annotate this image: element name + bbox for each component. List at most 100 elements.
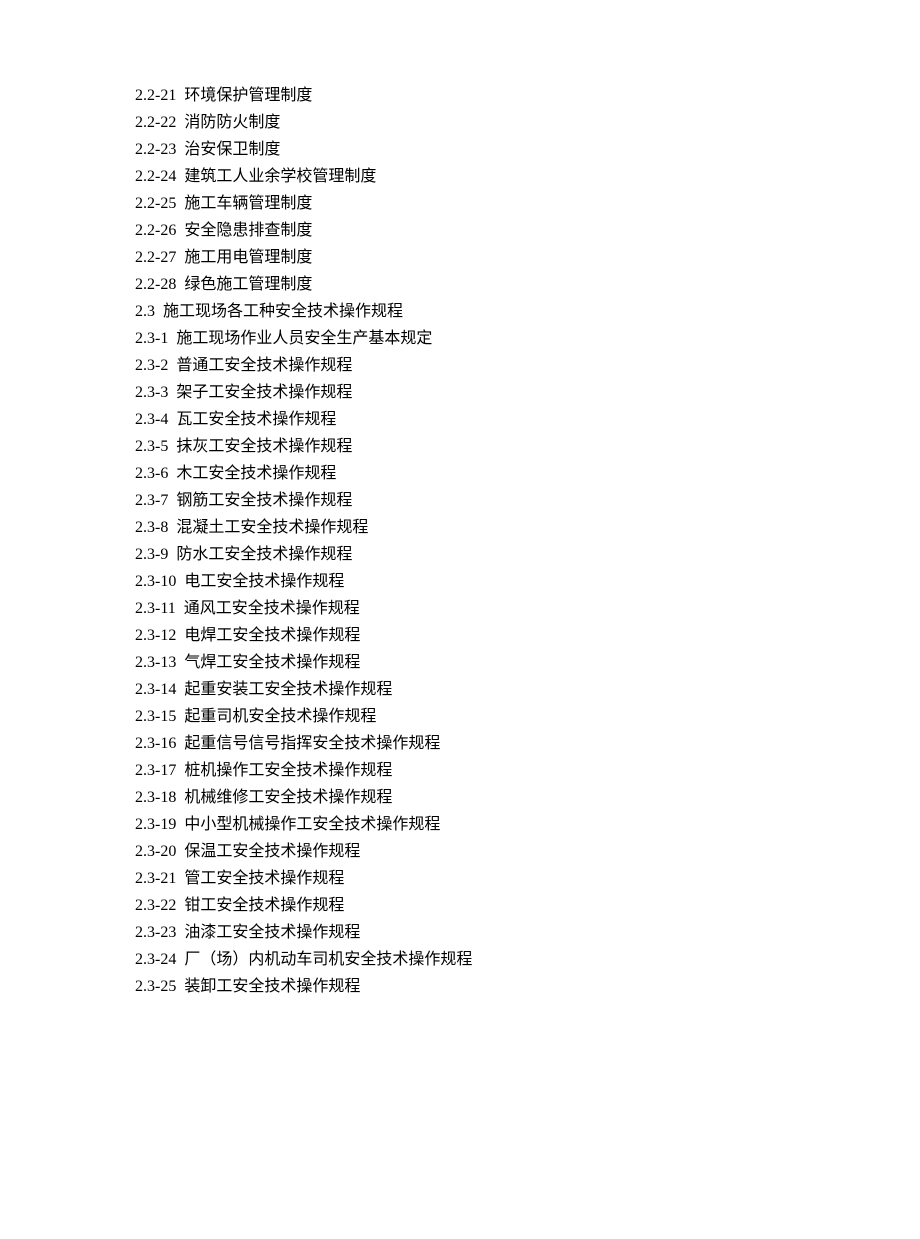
toc-entry-number: 2.3-1 (135, 330, 168, 347)
toc-entry: 2.3-10 电工安全技术操作规程 (135, 568, 785, 595)
toc-entry-number: 2.2-22 (135, 114, 176, 131)
toc-entry-number: 2.3-11 (135, 600, 176, 617)
toc-entry-number: 2.3-18 (135, 789, 176, 806)
toc-entry-number: 2.3-13 (135, 654, 176, 671)
toc-entry-number: 2.3-21 (135, 870, 176, 887)
toc-entry-number: 2.3-20 (135, 843, 176, 860)
toc-entry: 2.2-27 施工用电管理制度 (135, 244, 785, 271)
toc-entry: 2.3-16 起重信号信号指挥安全技术操作规程 (135, 730, 785, 757)
toc-entry-number: 2.2-28 (135, 276, 176, 293)
toc-entry-number: 2.3-14 (135, 681, 176, 698)
toc-entry-number: 2.3-5 (135, 438, 168, 455)
toc-entry-title: 电工安全技术操作规程 (184, 573, 344, 590)
toc-entry-title: 环境保护管理制度 (184, 87, 312, 104)
toc-entry-title: 保温工安全技术操作规程 (184, 843, 360, 860)
toc-entry-number: 2.3-7 (135, 492, 168, 509)
toc-entry-number: 2.2-25 (135, 195, 176, 212)
toc-entry: 2.2-21 环境保护管理制度 (135, 82, 785, 109)
toc-entry-number: 2.3-10 (135, 573, 176, 590)
toc-entry-title: 混凝土工安全技术操作规程 (176, 519, 368, 536)
toc-entry-number: 2.3-16 (135, 735, 176, 752)
toc-entry-number: 2.2-23 (135, 141, 176, 158)
toc-entry-number: 2.3-25 (135, 978, 176, 995)
toc-entry: 2.2-28 绿色施工管理制度 (135, 271, 785, 298)
toc-entry: 2.2-26 安全隐患排查制度 (135, 217, 785, 244)
toc-entry-title: 管工安全技术操作规程 (184, 870, 344, 887)
toc-entry: 2.3-3 架子工安全技术操作规程 (135, 379, 785, 406)
toc-entry-number: 2.3-17 (135, 762, 176, 779)
toc-entry: 2.3-14 起重安装工安全技术操作规程 (135, 676, 785, 703)
toc-entry-title: 起重安装工安全技术操作规程 (184, 681, 392, 698)
toc-entry: 2.3-13 气焊工安全技术操作规程 (135, 649, 785, 676)
toc-entry-title: 中小型机械操作工安全技术操作规程 (184, 816, 440, 833)
toc-entry-title: 施工用电管理制度 (184, 249, 312, 266)
toc-entry: 2.3-8 混凝土工安全技术操作规程 (135, 514, 785, 541)
toc-entry: 2.2-25 施工车辆管理制度 (135, 190, 785, 217)
toc-entry-title: 施工现场作业人员安全生产基本规定 (176, 330, 432, 347)
toc-entry-number: 2.3-19 (135, 816, 176, 833)
toc-entry-number: 2.2-21 (135, 87, 176, 104)
toc-entry-title: 油漆工安全技术操作规程 (184, 924, 360, 941)
toc-entry-title: 气焊工安全技术操作规程 (184, 654, 360, 671)
toc-entry-title: 桩机操作工安全技术操作规程 (184, 762, 392, 779)
toc-entry: 2.3-22 钳工安全技术操作规程 (135, 892, 785, 919)
toc-entry: 2.3-2 普通工安全技术操作规程 (135, 352, 785, 379)
toc-entry: 2.2-22 消防防火制度 (135, 109, 785, 136)
toc-entry: 2.2-24建筑工人业余学校管理制度 (135, 163, 785, 190)
toc-entry-number: 2.2-26 (135, 222, 176, 239)
toc-entry-title: 绿色施工管理制度 (184, 276, 312, 293)
toc-entry-number: 2.2-27 (135, 249, 176, 266)
toc-entry-number: 2.3-2 (135, 357, 168, 374)
toc-entry: 2.2-23 治安保卫制度 (135, 136, 785, 163)
toc-entry-number: 2.3-8 (135, 519, 168, 536)
toc-entry-title: 钢筋工安全技术操作规程 (176, 492, 352, 509)
toc-entry: 2.3-11 通风工安全技术操作规程 (135, 595, 785, 622)
toc-entry-title: 安全隐患排查制度 (184, 222, 312, 239)
toc-entry-number: 2.3-4 (135, 411, 168, 428)
toc-entry: 2.3-15 起重司机安全技术操作规程 (135, 703, 785, 730)
toc-entry: 2.3-17 桩机操作工安全技术操作规程 (135, 757, 785, 784)
toc-entry: 2.3-6 木工安全技术操作规程 (135, 460, 785, 487)
toc-entry: 2.3-9防水工安全技术操作规程 (135, 541, 785, 568)
toc-entry: 2.3-23 油漆工安全技术操作规程 (135, 919, 785, 946)
toc-entry: 2.3-12 电焊工安全技术操作规程 (135, 622, 785, 649)
toc-entry: 2.3-20 保温工安全技术操作规程 (135, 838, 785, 865)
toc-entry-title: 瓦工安全技术操作规程 (176, 411, 336, 428)
toc-entry: 2.3 施工现场各工种安全技术操作规程 (135, 298, 785, 325)
toc-entry-title: 治安保卫制度 (184, 141, 280, 158)
toc-entry: 2.3-4 瓦工安全技术操作规程 (135, 406, 785, 433)
toc-entry: 2.3-1 施工现场作业人员安全生产基本规定 (135, 325, 785, 352)
toc-entry-title: 通风工安全技术操作规程 (184, 600, 360, 617)
toc-entry: 2.3-5 抹灰工安全技术操作规程 (135, 433, 785, 460)
toc-entry-title: 施工现场各工种安全技术操作规程 (163, 303, 403, 320)
toc-entry-number: 2.3-6 (135, 465, 168, 482)
toc-entry-number: 2.3-3 (135, 384, 168, 401)
toc-entry-title: 厂（场）内机动车司机安全技术操作规程 (184, 951, 472, 968)
toc-entry-title: 钳工安全技术操作规程 (184, 897, 344, 914)
toc-entry-number: 2.3-9 (135, 546, 168, 563)
toc-entry-title: 施工车辆管理制度 (184, 195, 312, 212)
toc-entry-number: 2.3-23 (135, 924, 176, 941)
toc-entry-title: 抹灰工安全技术操作规程 (176, 438, 352, 455)
toc-entry: 2.3-7 钢筋工安全技术操作规程 (135, 487, 785, 514)
toc-entry-number: 2.2-24 (135, 168, 176, 185)
toc-entry-title: 起重司机安全技术操作规程 (184, 708, 376, 725)
toc-entry-number: 2.3-12 (135, 627, 176, 644)
toc-entry-number: 2.3-22 (135, 897, 176, 914)
toc-entry-title: 装卸工安全技术操作规程 (184, 978, 360, 995)
toc-entry-title: 起重信号信号指挥安全技术操作规程 (184, 735, 440, 752)
toc-entry: 2.3-19 中小型机械操作工安全技术操作规程 (135, 811, 785, 838)
toc-entry-title: 架子工安全技术操作规程 (176, 384, 352, 401)
toc-entry: 2.3-25 装卸工安全技术操作规程 (135, 973, 785, 1000)
toc-list: 2.2-21环境保护管理制度2.2-22消防防火制度2.2-23治安保卫制度2.… (135, 82, 785, 1000)
toc-entry-number: 2.3 (135, 303, 155, 320)
toc-entry: 2.3-24 厂（场）内机动车司机安全技术操作规程 (135, 946, 785, 973)
toc-entry-title: 普通工安全技术操作规程 (176, 357, 352, 374)
toc-entry-number: 2.3-15 (135, 708, 176, 725)
toc-entry-title: 电焊工安全技术操作规程 (184, 627, 360, 644)
toc-entry-title: 消防防火制度 (184, 114, 280, 131)
toc-entry: 2.3-18机械维修工安全技术操作规程 (135, 784, 785, 811)
toc-entry: 2.3-21 管工安全技术操作规程 (135, 865, 785, 892)
toc-entry-number: 2.3-24 (135, 951, 176, 968)
toc-entry-title: 木工安全技术操作规程 (176, 465, 336, 482)
